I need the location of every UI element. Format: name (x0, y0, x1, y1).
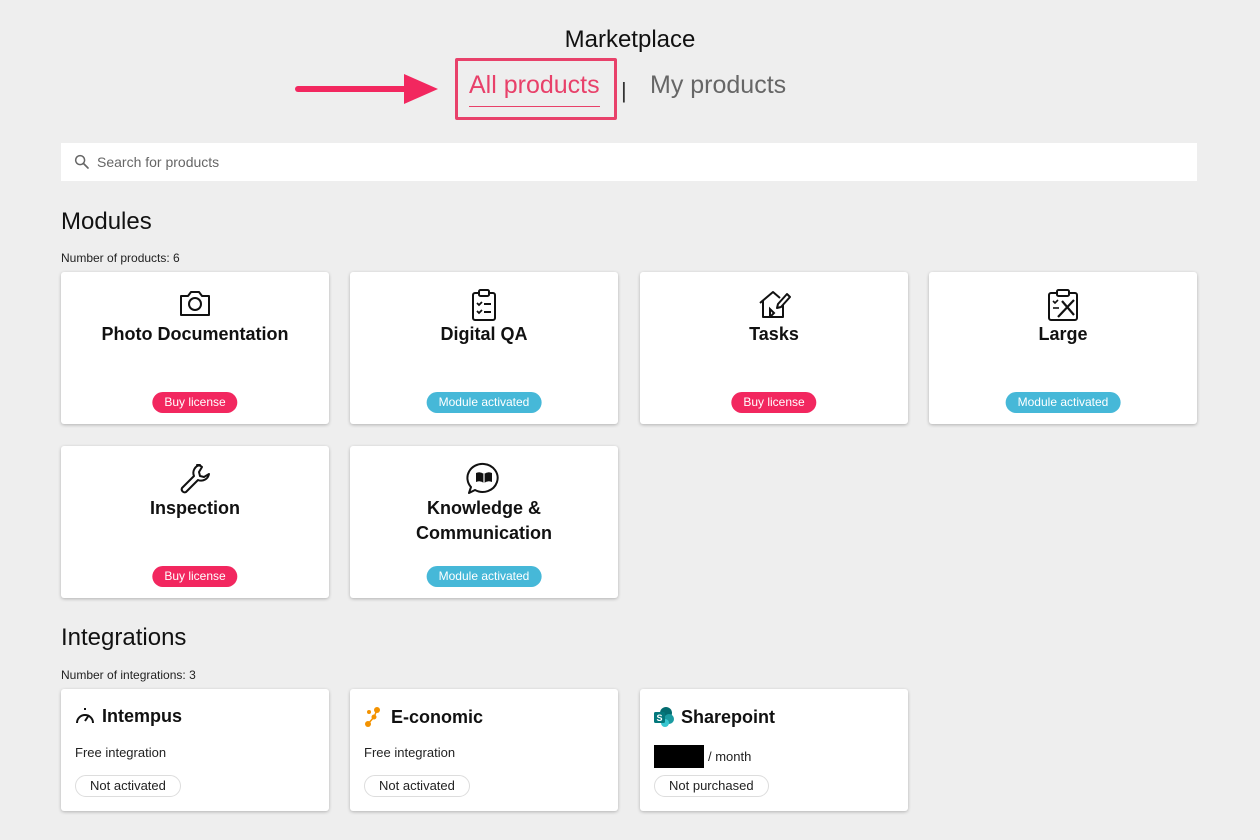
module-activated-badge: Module activated (1005, 392, 1121, 413)
integration-price-row: / month (654, 745, 751, 768)
clipboard-tools-icon (1048, 289, 1078, 321)
arrow-annotation-icon (295, 74, 438, 104)
module-card-knowledge-communication[interactable]: Knowledge & Communication Module activat… (350, 446, 618, 598)
search-icon (74, 154, 89, 169)
e-conomic-logo-icon (365, 707, 380, 727)
svg-text:S: S (656, 713, 662, 723)
module-name: Inspection (149, 498, 240, 518)
module-name: Large (1038, 324, 1088, 344)
search-bar[interactable] (61, 143, 1197, 181)
module-name: Digital QA (440, 324, 528, 344)
module-card-tasks[interactable]: Tasks Buy license (640, 272, 908, 424)
modules-count: Number of products: 6 (61, 251, 180, 265)
book-chat-icon (466, 462, 499, 494)
tab-all-products[interactable]: All products (469, 71, 600, 107)
buy-license-badge[interactable]: Buy license (152, 392, 238, 413)
search-input[interactable] (97, 154, 1177, 170)
sharepoint-logo-icon: S (654, 707, 674, 727)
status-badge: Not purchased (654, 775, 769, 797)
tab-separator: | (621, 78, 627, 103)
integration-card-e-conomic[interactable]: E-conomic Free integration Not activated (350, 689, 618, 811)
integrations-title: Integrations (61, 624, 187, 651)
stopwatch-icon (76, 707, 94, 723)
module-card-photo-documentation[interactable]: Photo Documentation Buy license (61, 272, 329, 424)
integration-price: Free integration (364, 745, 456, 760)
module-name: Tasks (749, 324, 799, 344)
module-card-large[interactable]: Large Module activated (929, 272, 1197, 424)
redacted-price (654, 745, 704, 768)
modules-title: Modules (61, 208, 152, 235)
tab-my-products[interactable]: My products (650, 71, 786, 100)
integration-name: Intempus (102, 706, 183, 726)
integration-price: Free integration (75, 745, 167, 760)
house-pen-icon (759, 291, 791, 318)
module-activated-badge: Module activated (426, 566, 542, 587)
module-card-inspection[interactable]: Inspection Buy license (61, 446, 329, 598)
status-badge: Not activated (364, 775, 470, 797)
integration-name: E-conomic (391, 706, 484, 727)
camera-icon (180, 291, 210, 316)
module-card-digital-qa[interactable]: Digital QA Module activated (350, 272, 618, 424)
status-badge: Not activated (75, 775, 181, 797)
integration-name: Sharepoint (681, 706, 776, 727)
integration-card-intempus[interactable]: Intempus Free integration Not activated (61, 689, 329, 811)
buy-license-badge[interactable]: Buy license (152, 566, 238, 587)
integration-price: / month (708, 749, 752, 764)
module-activated-badge: Module activated (426, 392, 542, 413)
module-name: Knowledge & Communication (415, 498, 552, 543)
clipboard-checklist-icon (472, 289, 496, 321)
module-name: Photo Documentation (101, 324, 289, 344)
integrations-count: Number of integrations: 3 (61, 668, 196, 682)
wrench-icon (180, 464, 210, 494)
integration-card-sharepoint[interactable]: S Sharepoint / month Not purchased (640, 689, 908, 811)
page-title: Marketplace (564, 26, 696, 53)
buy-license-badge[interactable]: Buy license (731, 392, 817, 413)
